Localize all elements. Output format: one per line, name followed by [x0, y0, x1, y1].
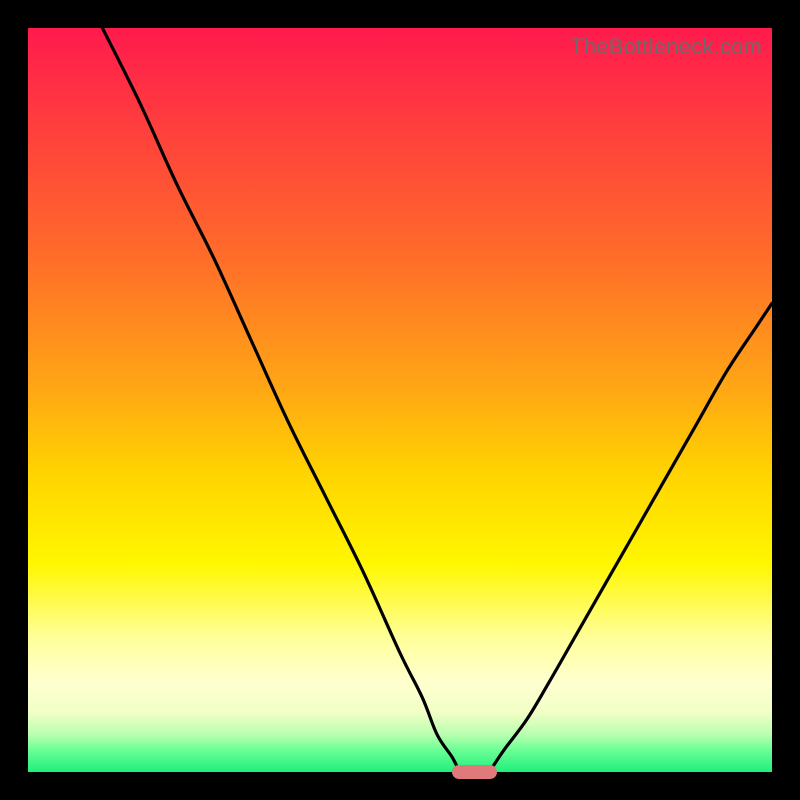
curve-left-branch [102, 28, 459, 772]
chart-frame: TheBottleneck.com [0, 0, 800, 800]
bottleneck-curve [28, 28, 772, 772]
curve-right-branch [489, 303, 772, 772]
bottleneck-marker [452, 765, 497, 779]
plot-area: TheBottleneck.com [28, 28, 772, 772]
